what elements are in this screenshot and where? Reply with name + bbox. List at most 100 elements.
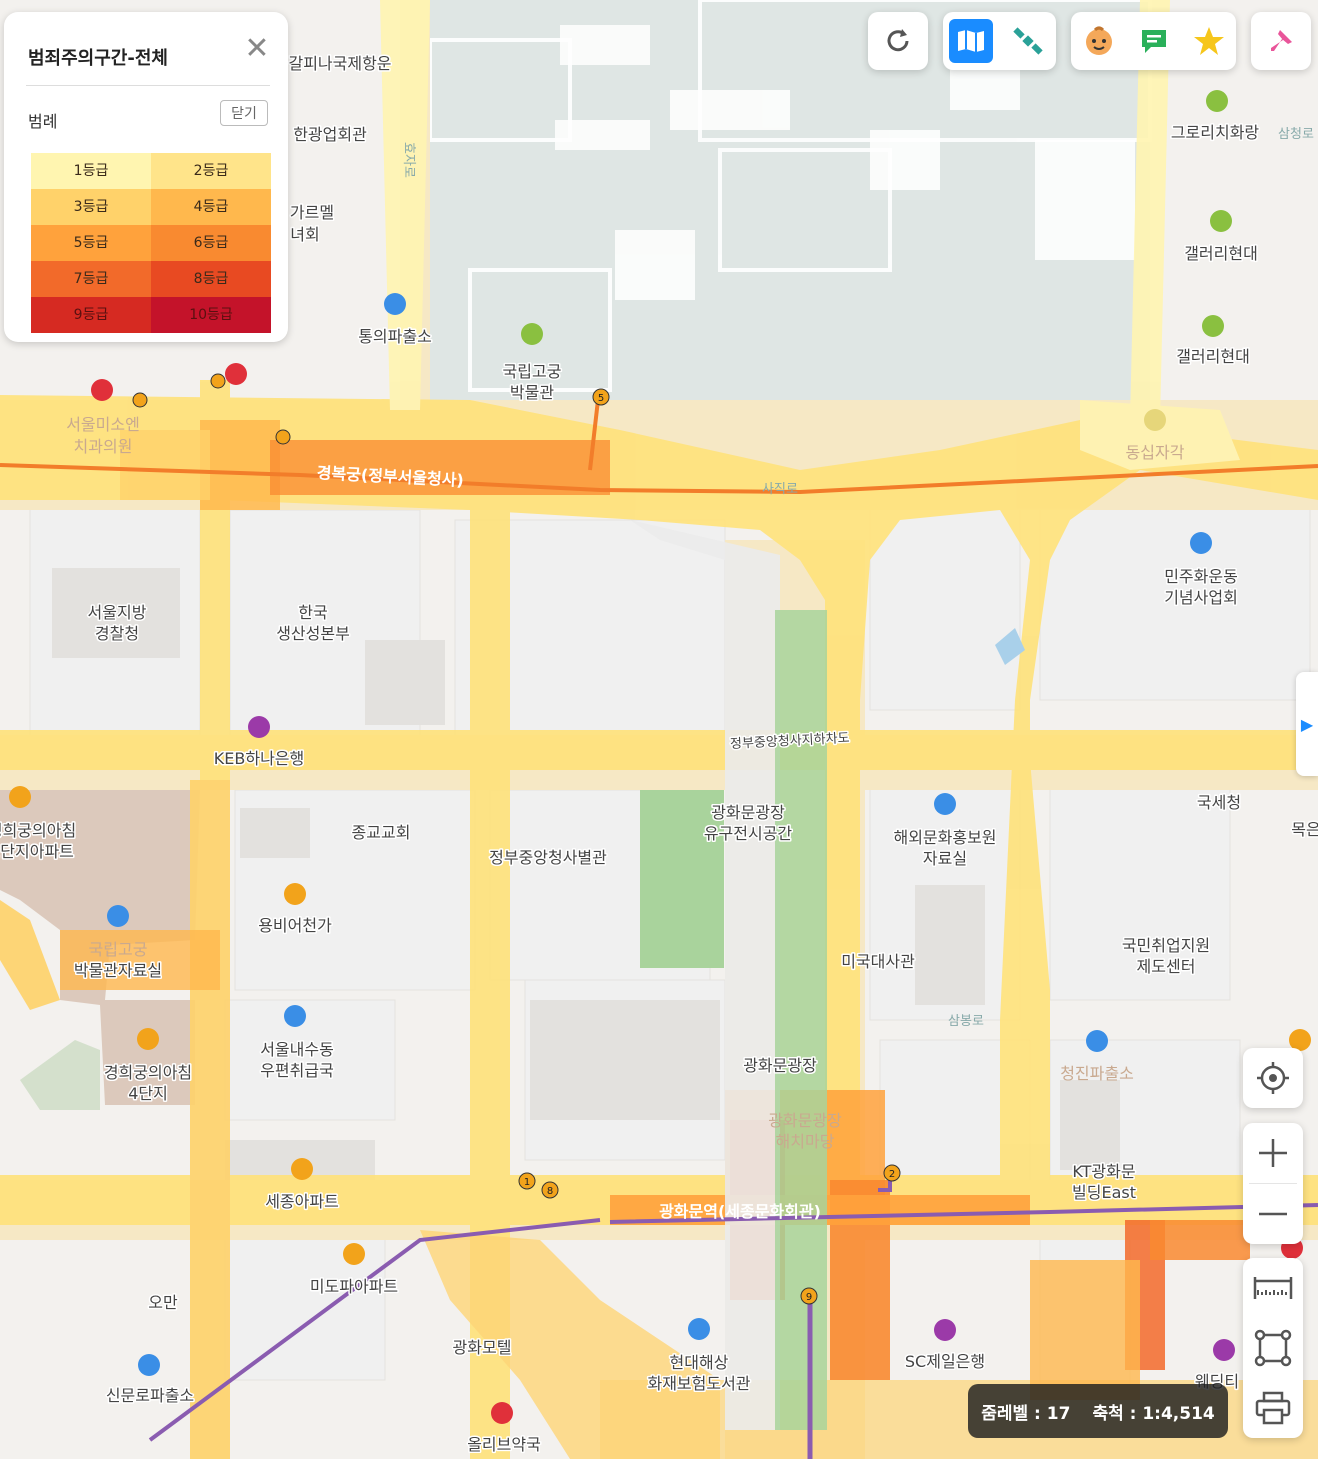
legend-grade-cell: 2등급: [151, 153, 271, 189]
place-label: 한광업회관: [293, 125, 367, 144]
place-label: 신문로파출소: [106, 1386, 194, 1405]
place-label: 광화문광장: [743, 1056, 817, 1075]
hospital-icon: [91, 379, 113, 401]
star-icon[interactable]: [1187, 19, 1231, 63]
gallery-icon: [1206, 90, 1228, 112]
place-label: 박물관자료실: [74, 961, 162, 980]
legend-title: 범죄주의구간-전체: [28, 48, 168, 69]
scale-text: 축척 : 1:4,514: [1092, 1403, 1215, 1424]
police-icon: [1086, 1030, 1108, 1052]
office-icon: [688, 1318, 710, 1340]
legend-grade-cell: 9등급: [31, 297, 151, 333]
station-label: 광화문역(세종문화회관): [659, 1202, 821, 1221]
crosshair-icon[interactable]: [1243, 1048, 1303, 1108]
locate-control: [1243, 1048, 1303, 1108]
place-label: 광화모텔: [453, 1338, 512, 1357]
place-label: 해외문화홍보원: [893, 828, 996, 847]
chevron-right-icon: ▶: [1300, 714, 1314, 734]
print-icon[interactable]: [1243, 1378, 1303, 1438]
place-label: 화재보험도서관: [647, 1374, 750, 1393]
legend-panel: 범죄주의구간-전체 ✕ 범례 닫기 1등급 2등급 3등급 4등급 5등급 6등급 7등급 8…: [4, 12, 288, 342]
place-label: 2단지아파트: [0, 842, 74, 861]
pushpin-icon[interactable]: [1259, 19, 1303, 63]
legend-grade-cell: 6등급: [151, 225, 271, 261]
apartment-icon: [9, 786, 31, 808]
place-label: 4단지: [128, 1084, 168, 1103]
place-label: 국세청: [1197, 793, 1241, 812]
pin-toolbar: [1251, 12, 1311, 70]
place-label: 자료실: [923, 849, 967, 868]
place-label: 제도센터: [1137, 957, 1196, 976]
place-label: 경찰청: [95, 624, 139, 643]
place-label: 해치마당: [776, 1132, 835, 1151]
place-label: 치과의원: [74, 437, 133, 456]
place-label: 미도파아파트: [310, 1277, 398, 1296]
child-face-icon[interactable]: [1077, 19, 1121, 63]
place-label: 한국: [298, 603, 327, 622]
road-label: 효자로: [401, 142, 416, 178]
legend-grade-cell: 1등급: [31, 153, 151, 189]
office-icon: [934, 793, 956, 815]
place-label: 정부중앙청사별관: [489, 848, 607, 867]
subway-exit-icon: [132, 392, 148, 408]
place-label: 국립고궁: [503, 362, 562, 381]
legend-grade-cell: 5등급: [31, 225, 151, 261]
svg-text:9: 9: [806, 1292, 812, 1303]
pharmacy-icon: [491, 1402, 513, 1424]
refresh-toolbar: [868, 12, 928, 70]
shop-icon: [1213, 1339, 1235, 1361]
road-label: 사직로: [762, 482, 798, 497]
chat-icon[interactable]: [1132, 19, 1176, 63]
zoom-out-icon[interactable]: [1243, 1184, 1303, 1244]
place-label: 경희궁의아침: [104, 1063, 192, 1082]
police-icon: [384, 293, 406, 315]
place-label: 박물관: [510, 383, 554, 402]
place-label: 올리브약국: [467, 1435, 541, 1454]
close-icon[interactable]: ✕: [242, 34, 272, 64]
satellite-icon[interactable]: [1006, 19, 1050, 63]
hospital-icon: [225, 363, 247, 385]
place-label: 서울내수동: [260, 1040, 334, 1059]
place-label: 갤러리현대: [1184, 244, 1258, 263]
apartment-icon: [284, 883, 306, 905]
place-label: 국립고궁: [89, 940, 148, 959]
place-label: 갤러리현대: [1176, 347, 1250, 366]
road-label: 삼청로: [1278, 127, 1314, 142]
place-label: 목은: [1291, 820, 1318, 839]
map-type-toolbar: [943, 12, 1056, 70]
legend-hide-button[interactable]: 닫기: [220, 100, 268, 126]
post-icon: [284, 1005, 306, 1027]
place-label: 광화문광장: [711, 803, 785, 822]
hall-icon: [1190, 532, 1212, 554]
gallery-icon: [1210, 210, 1232, 232]
area-measure-icon[interactable]: [1243, 1318, 1303, 1378]
place-label: 종교교회: [352, 823, 411, 842]
place-label: 오만: [148, 1293, 178, 1312]
place-label: 빌딩East: [1072, 1183, 1136, 1202]
place-label: 광화문광장: [768, 1111, 842, 1130]
svg-text:1: 1: [524, 1177, 530, 1188]
feature-toolbar: [1071, 12, 1236, 70]
refresh-icon[interactable]: [876, 19, 920, 63]
subway-exit-icon: [275, 429, 291, 445]
subway-exit-icon: [210, 373, 226, 389]
place-label: 용비어천가: [258, 916, 332, 935]
place-label: 우편취급국: [260, 1061, 334, 1080]
legend-grade-cell: 8등급: [151, 261, 271, 297]
zoom-level-text: 줌레벨 : 17: [981, 1403, 1071, 1424]
place-label: 민주화운동: [1164, 567, 1238, 586]
place-label: 갈피나국제항운: [288, 54, 391, 73]
zoom-in-icon[interactable]: [1243, 1123, 1303, 1183]
legend-subtitle: 범례: [28, 112, 58, 131]
legend-grade-cell: 4등급: [151, 189, 271, 225]
place-label: 생산성본부: [276, 624, 350, 643]
landmark-icon: [1144, 409, 1166, 431]
ruler-icon[interactable]: [1243, 1258, 1303, 1318]
police-icon: [138, 1354, 160, 1376]
zoom-scale-status: 줌레벨 : 17 축척 : 1:4,514: [968, 1384, 1228, 1438]
map-book-icon[interactable]: [949, 19, 994, 63]
side-panel-toggle[interactable]: ▶: [1296, 672, 1318, 776]
place-label: 청진파출소: [1060, 1064, 1134, 1083]
place-label: 가르멜: [290, 203, 334, 222]
apartment-icon: [137, 1028, 159, 1050]
